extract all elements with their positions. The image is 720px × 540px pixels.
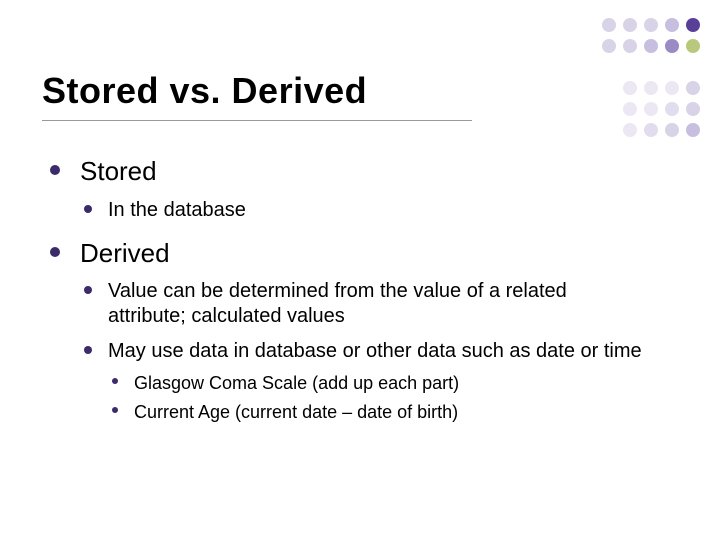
bullet-text: Derived: [80, 238, 170, 268]
bullet-text: Glasgow Coma Scale (add up each part): [134, 373, 459, 393]
list-item: Current Age (current date – date of birt…: [108, 401, 650, 424]
list-item: Glasgow Coma Scale (add up each part): [108, 372, 650, 395]
list-item: In the database: [80, 198, 650, 223]
list-item: Derived Value can be determined from the…: [50, 237, 650, 424]
decorative-dots: [602, 18, 702, 139]
bullet-text: May use data in database or other data s…: [108, 340, 642, 362]
list-item: May use data in database or other data s…: [80, 339, 650, 423]
bullet-text: Stored: [80, 156, 157, 186]
bullet-text: In the database: [108, 199, 246, 221]
list-item: Value can be determined from the value o…: [80, 279, 650, 329]
bullet-text: Current Age (current date – date of birt…: [134, 402, 458, 422]
slide: Stored vs. Derived Stored In the databas…: [0, 0, 720, 540]
bullet-text: Value can be determined from the value o…: [108, 280, 567, 327]
title-underline: [42, 120, 472, 121]
list-item: Stored In the database: [50, 155, 650, 223]
slide-title: Stored vs. Derived: [42, 70, 367, 112]
slide-body: Stored In the database Derived Value can…: [50, 155, 650, 437]
